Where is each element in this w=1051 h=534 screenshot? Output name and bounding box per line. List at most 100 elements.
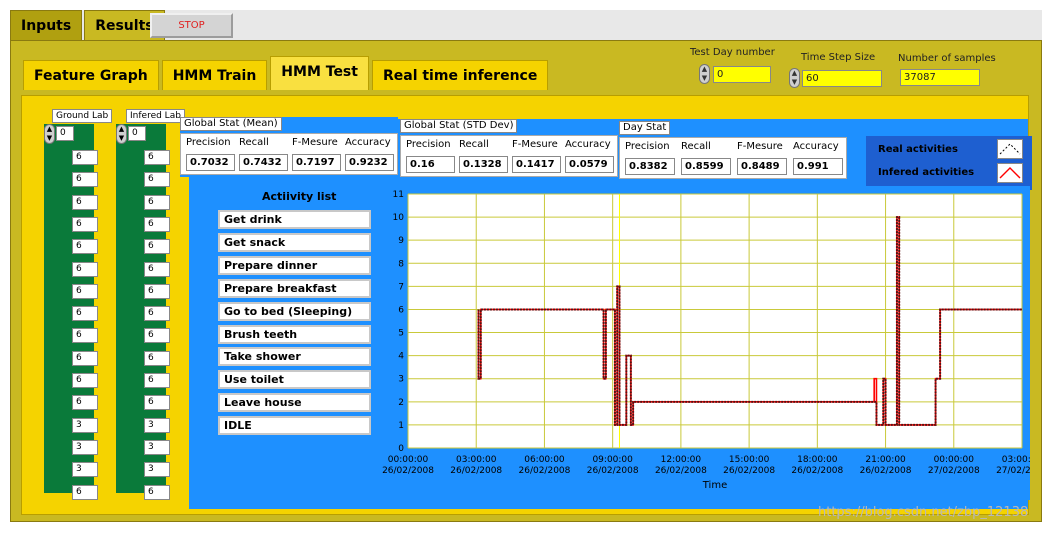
x-tick-date: 26/02/2008 xyxy=(450,466,502,476)
activity-item[interactable]: Use toilet xyxy=(218,370,371,390)
ground-label-cell[interactable]: 6 xyxy=(72,216,98,232)
plot-area xyxy=(408,194,1022,448)
test-day-label: Test Day number xyxy=(690,47,775,58)
tab-hmm-test[interactable]: HMM Test xyxy=(270,56,369,90)
inferred-label-cell[interactable]: 6 xyxy=(144,216,170,232)
activity-list-title: Actiivity list xyxy=(262,190,337,203)
activity-item[interactable]: Go to bed (Sleeping) xyxy=(218,301,371,321)
x-tick-time: 03:00:00 xyxy=(456,455,497,465)
ground-index-stepper[interactable]: ▲ ▼ xyxy=(44,124,55,144)
inferred-label-cell[interactable]: 6 xyxy=(144,239,170,255)
ground-label-cell[interactable]: 6 xyxy=(72,194,98,210)
inferred-label-cell[interactable]: 6 xyxy=(144,306,170,322)
inferred-index-input[interactable]: 0 xyxy=(128,126,146,141)
global-stat-std-box: Precision Recall F-Mesure Accuracy 0.16 … xyxy=(400,135,618,177)
stat-header-fmesure: F-Mesure xyxy=(512,139,558,150)
x-tick-date: 26/02/2008 xyxy=(382,466,434,476)
time-step-stepper[interactable]: ▲ ▼ xyxy=(789,68,800,88)
global-stat-std-title: Global Stat (STD Dev) xyxy=(400,119,518,133)
ground-label-cell[interactable]: 6 xyxy=(72,395,98,411)
sub-tabs: Feature Graph HMM Train HMM Test Real ti… xyxy=(23,56,551,90)
inferred-index-stepper[interactable]: ▲ ▼ xyxy=(116,124,127,144)
inferred-label-cell[interactable]: 6 xyxy=(144,194,170,210)
ground-label-cell[interactable]: 6 xyxy=(72,239,98,255)
ground-label-cell[interactable]: 6 xyxy=(72,261,98,277)
inferred-label-cell[interactable]: 6 xyxy=(144,261,170,277)
ground-label-title: Ground Lab xyxy=(52,109,113,123)
y-tick-label: 3 xyxy=(398,375,404,385)
inferred-label-cell[interactable]: 6 xyxy=(144,373,170,388)
global-stat-std: Global Stat (STD Dev) Precision Recall F… xyxy=(400,119,618,179)
ground-label-cell[interactable]: 6 xyxy=(72,373,98,388)
x-tick-time: 12:00:00 xyxy=(661,455,702,465)
stat-header-accuracy: Accuracy xyxy=(345,137,391,148)
legend-real-label: Real activities xyxy=(878,144,958,155)
mean-accuracy: 0.9232 xyxy=(345,154,394,171)
day-precision: 0.8382 xyxy=(625,158,675,175)
x-tick-date: 27/02/2008 xyxy=(928,466,980,476)
inferred-label-cell[interactable]: 3 xyxy=(144,417,170,433)
stat-header-fmesure: F-Mesure xyxy=(737,141,783,152)
x-tick-date: 26/02/2008 xyxy=(655,466,707,476)
y-tick-label: 10 xyxy=(393,213,405,223)
mean-fmesure: 0.7197 xyxy=(292,154,341,171)
test-day-stepper[interactable]: ▲ ▼ xyxy=(699,64,710,84)
ground-index-input[interactable]: 0 xyxy=(56,126,74,141)
ground-label-cell[interactable]: 6 xyxy=(72,283,98,299)
x-tick-time: 00:00:00 xyxy=(388,455,429,465)
day-stat: Day Stat Precision Recall F-Mesure Accur… xyxy=(619,121,847,181)
ground-label-cell[interactable]: 3 xyxy=(72,417,98,433)
inferred-label-cell[interactable]: 6 xyxy=(144,283,170,299)
inferred-label-cell[interactable]: 3 xyxy=(144,462,170,478)
y-tick-label: 2 xyxy=(398,398,404,408)
x-tick-date: 26/02/2008 xyxy=(791,466,843,476)
ground-label-cell[interactable]: 6 xyxy=(72,172,98,188)
inferred-label-cell[interactable]: 6 xyxy=(144,328,170,344)
tab-inputs[interactable]: Inputs xyxy=(10,10,83,40)
ground-label-cell[interactable]: 6 xyxy=(72,306,98,322)
stop-button[interactable]: STOP xyxy=(150,13,233,38)
legend-inferred-label: Infered activities xyxy=(878,167,975,178)
inferred-label-cell[interactable]: 6 xyxy=(144,150,170,165)
x-tick-date: 26/02/2008 xyxy=(519,466,571,476)
ground-label-cell[interactable]: 6 xyxy=(72,484,98,500)
global-stat-mean: Global Stat (Mean) Precision Recall F-Me… xyxy=(180,117,398,177)
ground-label-cell[interactable]: 6 xyxy=(72,328,98,344)
activity-item[interactable]: Get drink xyxy=(218,210,371,229)
x-tick-date: 27/02/2008 xyxy=(996,466,1030,476)
ground-label-cell[interactable]: 6 xyxy=(72,150,98,165)
std-accuracy: 0.0579 xyxy=(565,156,614,173)
activity-chart: 0 1 2 3 4 5 6 7 8 9 10 11 00:00:00 26/02/2008 03:00:00… xyxy=(378,186,1048,504)
ground-label-cell[interactable]: 3 xyxy=(72,439,98,455)
ground-label-cell[interactable]: 3 xyxy=(72,462,98,478)
x-tick-time: 00:00:00 xyxy=(934,455,975,465)
tab-feature-graph[interactable]: Feature Graph xyxy=(23,60,159,90)
activity-chart-svg: 0123456789101100:00:0026/02/200803:00:00… xyxy=(378,186,1048,500)
ground-label-cell[interactable]: 6 xyxy=(72,350,98,366)
inferred-label-cell[interactable]: 6 xyxy=(144,395,170,411)
y-tick-label: 7 xyxy=(398,282,404,292)
activity-item[interactable]: IDLE xyxy=(218,416,371,436)
y-tick-label: 8 xyxy=(398,259,404,269)
activity-item[interactable]: Get snack xyxy=(218,232,371,252)
activity-item[interactable]: Brush teeth xyxy=(218,324,371,344)
test-day-input[interactable]: 0 xyxy=(713,66,771,83)
activity-item[interactable]: Take shower xyxy=(218,347,371,367)
activity-item[interactable]: Prepare breakfast xyxy=(218,278,371,298)
inferred-label-cell[interactable]: 6 xyxy=(144,484,170,500)
stat-header-accuracy: Accuracy xyxy=(565,139,611,150)
y-tick-label: 11 xyxy=(393,190,404,200)
watermark-text: https://blog.csdn.net/zbp_12138 xyxy=(818,505,1029,520)
time-step-input[interactable]: 60 xyxy=(802,70,882,87)
top-tabs: Inputs Results xyxy=(10,10,167,42)
day-fmesure: 0.8489 xyxy=(737,158,787,175)
inferred-label-cell[interactable]: 6 xyxy=(144,350,170,366)
activity-item[interactable]: Prepare dinner xyxy=(218,255,371,275)
activity-item[interactable]: Leave house xyxy=(218,393,371,413)
x-tick-time: 09:00:00 xyxy=(592,455,633,465)
inferred-label-cell[interactable]: 3 xyxy=(144,439,170,455)
tab-hmm-train[interactable]: HMM Train xyxy=(161,60,268,90)
x-tick-time: 06:00:00 xyxy=(524,455,565,465)
tab-real-time-inference[interactable]: Real time inference xyxy=(371,60,549,90)
inferred-label-cell[interactable]: 6 xyxy=(144,172,170,188)
